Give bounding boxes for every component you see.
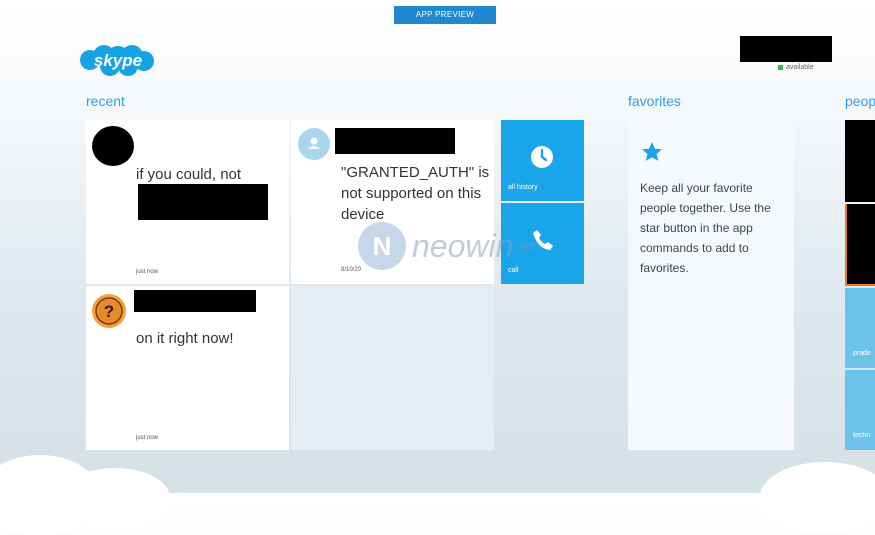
redacted-name [134, 290, 256, 312]
cloud-decoration [60, 468, 170, 528]
recent-conversation-tile[interactable]: ? on it right now! just now [86, 286, 289, 450]
svg-text:N: N [373, 231, 392, 261]
empty-tile [291, 286, 494, 450]
contact-avatar [298, 128, 330, 160]
star-icon [642, 142, 662, 161]
people-tile[interactable] [845, 204, 875, 286]
user-name-redacted[interactable] [740, 36, 832, 62]
message-preview: on it right now! [136, 330, 234, 347]
redacted-name [335, 128, 455, 154]
skype-logo-text: skype [94, 51, 142, 70]
section-title-recent: recent [86, 93, 125, 109]
clock-icon [531, 146, 553, 168]
message-preview: "GRANTED_AUTH" is not supported on this … [341, 164, 490, 223]
people-tile[interactable] [845, 120, 875, 202]
question-mark-icon: ? [95, 297, 123, 325]
presence-status: available [778, 64, 814, 71]
neowin-logo-icon: N [358, 222, 406, 270]
timestamp: just now [136, 269, 159, 275]
avatar [92, 126, 134, 166]
all-history-tile[interactable]: all history [501, 120, 584, 201]
skype-logo: skype [80, 45, 154, 76]
timestamp: just now [136, 435, 159, 441]
favorites-hint: Keep all your favorite people together. … [640, 181, 771, 275]
message-preview: if you could, not [136, 166, 242, 183]
svg-text:?: ? [104, 302, 114, 321]
section-title-favorites: favorites [628, 93, 681, 109]
app-preview-badge: APP PREVIEW [394, 6, 496, 24]
person-icon [308, 137, 320, 149]
avatar: ? [92, 294, 126, 328]
redacted-text [138, 184, 268, 220]
all-history-label: all history [508, 184, 538, 191]
recent-conversation-tile[interactable]: if you could, not just now [86, 120, 289, 284]
favorites-tile[interactable]: Keep all your favorite people together. … [628, 120, 794, 450]
people-tile[interactable]: prade [845, 288, 875, 368]
cloud-decoration [760, 462, 875, 532]
presence-dot-icon [778, 65, 783, 70]
section-title-people: peop [845, 93, 875, 109]
neowin-watermark: N neowin .net [356, 220, 534, 272]
people-tile[interactable]: techn [845, 370, 875, 450]
